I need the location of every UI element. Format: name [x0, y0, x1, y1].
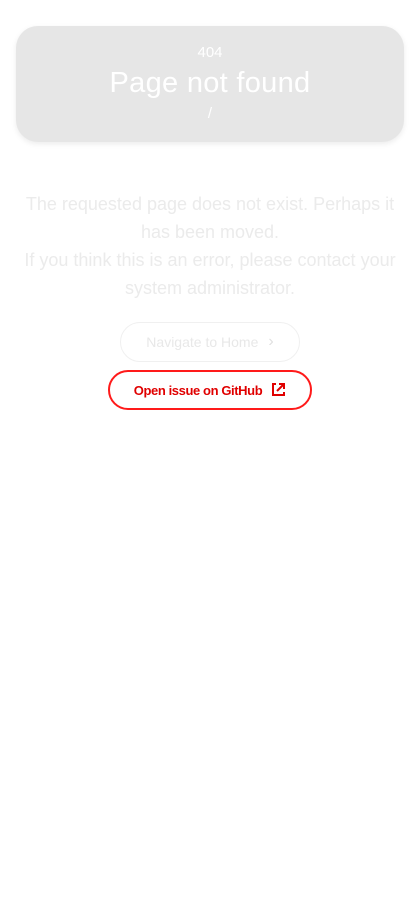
requested-path: / — [207, 105, 213, 122]
page-title: Page not found — [109, 67, 311, 99]
navigate-home-button[interactable]: Navigate to Home › — [120, 322, 300, 362]
open-github-issue-button[interactable]: Open issue on GitHub — [108, 370, 312, 410]
navigate-home-label: Navigate to Home — [146, 334, 259, 350]
error-header-card: 404 Page not found / — [16, 26, 404, 142]
message-line-missing: The requested page does not exist. Perha… — [25, 194, 395, 242]
error-message: The requested page does not exist. Perha… — [20, 190, 400, 302]
error-code: 404 — [197, 44, 223, 61]
open-github-issue-label: Open issue on GitHub — [133, 382, 263, 398]
not-found-page: 404 Page not found / The requested page … — [0, 0, 420, 920]
external-link-icon — [270, 382, 286, 398]
message-line-contact: If you think this is an error, please co… — [24, 250, 396, 298]
chevron-right-icon: › — [268, 333, 274, 350]
